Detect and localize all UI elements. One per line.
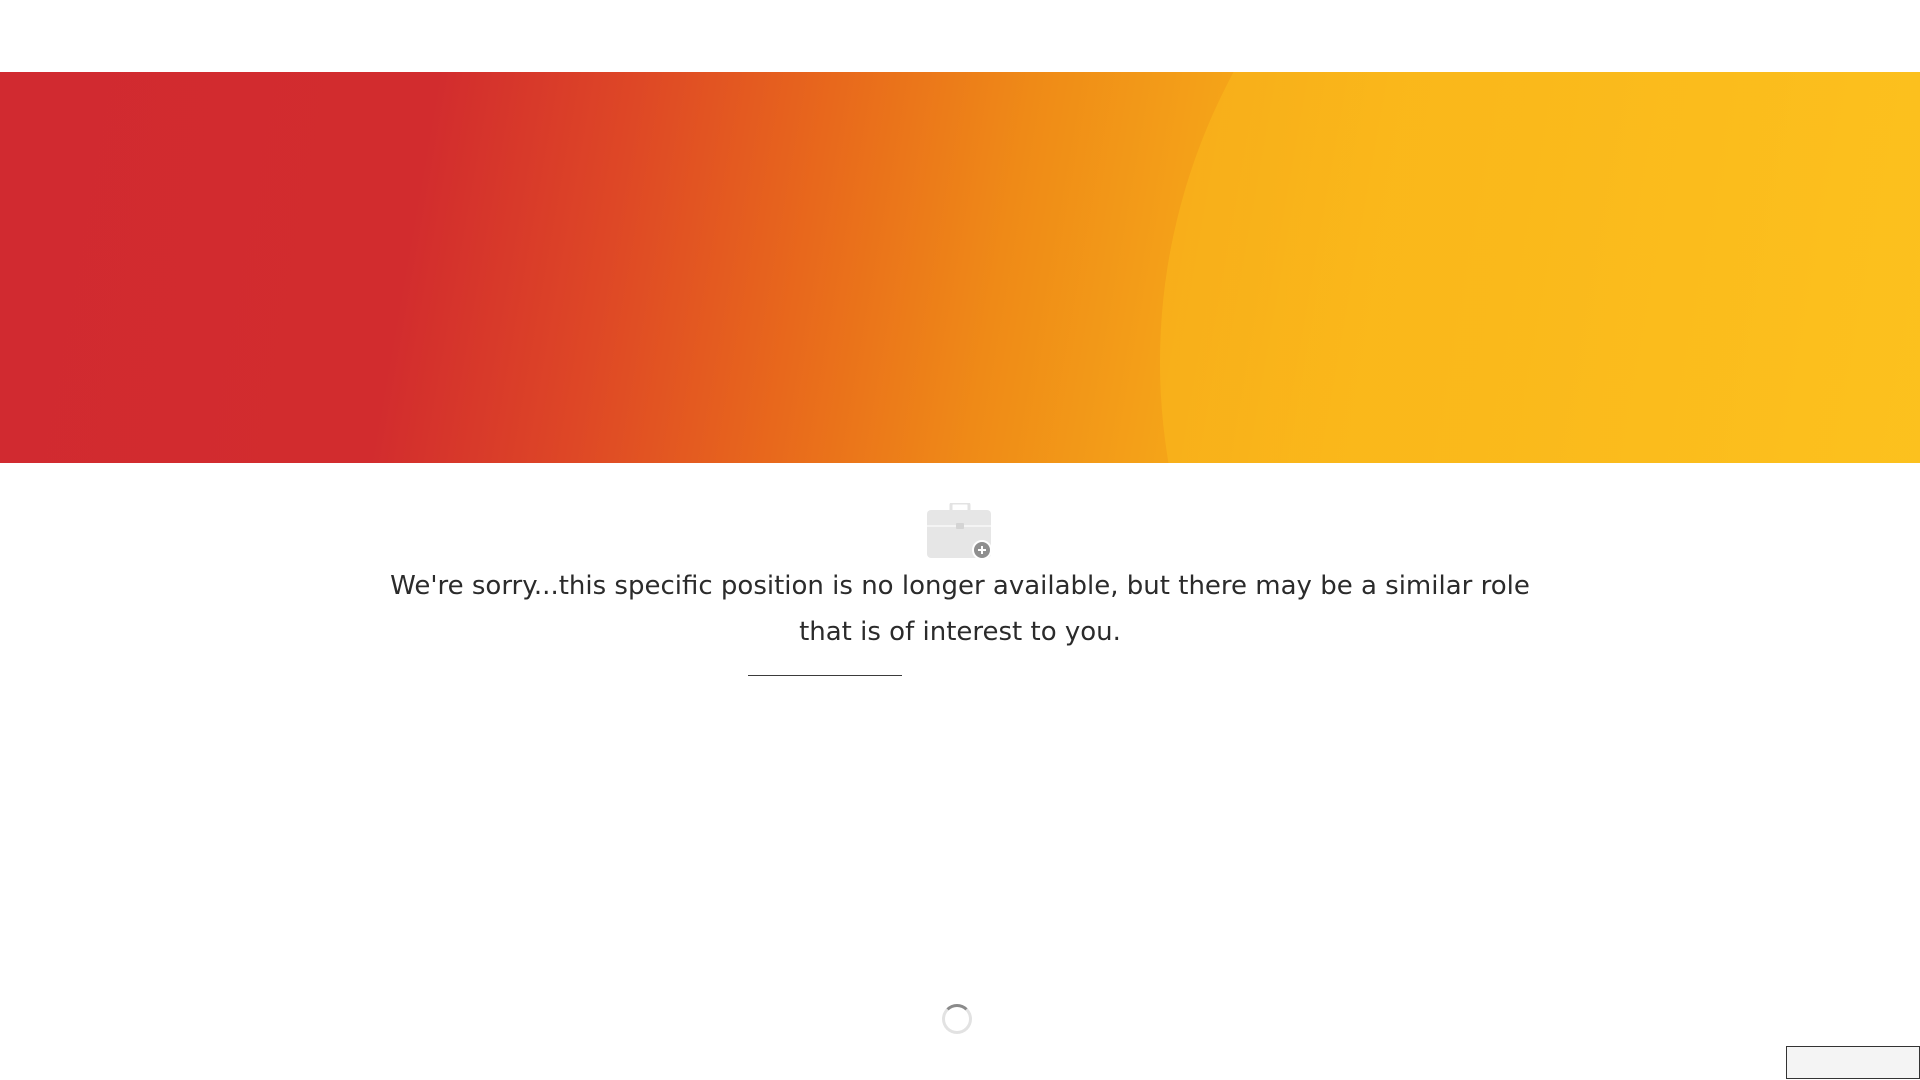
position-unavailable-message: We're sorry...this specific position is … xyxy=(390,571,1530,647)
floating-widget-box[interactable] xyxy=(1786,1046,1920,1079)
divider xyxy=(748,675,902,676)
briefcase-plus-icon xyxy=(927,501,993,560)
loading-spinner-icon xyxy=(942,1004,972,1034)
hero-arc-decoration xyxy=(1160,72,1920,463)
hero-banner xyxy=(0,72,1920,463)
top-bar xyxy=(0,0,1920,72)
